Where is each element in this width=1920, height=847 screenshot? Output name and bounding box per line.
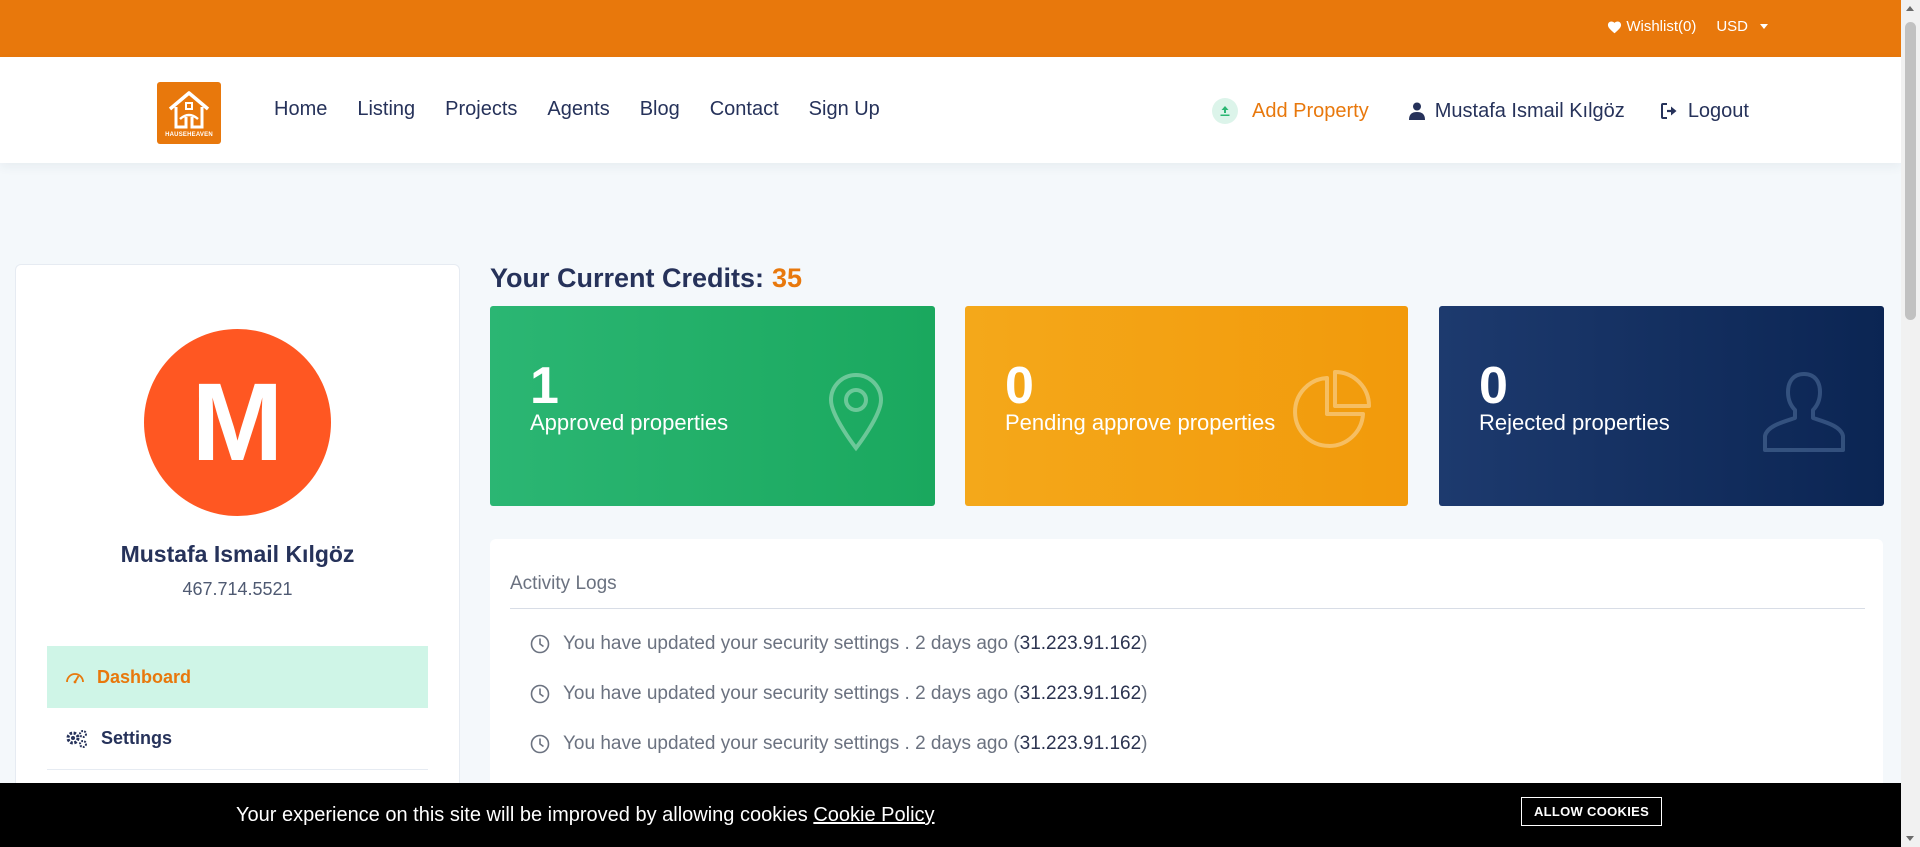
profile-name: Mustafa Ismail Kılgöz (120, 541, 355, 567)
nav-home[interactable]: Home (274, 98, 327, 121)
stat-card-pending[interactable]: 0 Pending approve properties (965, 306, 1408, 506)
scrollbar[interactable] (1901, 0, 1920, 847)
currency-dropdown[interactable]: USD (1716, 18, 1768, 35)
log-ip: 31.223.91.162 (1019, 633, 1142, 654)
user-icon (1763, 372, 1845, 452)
avatar: M (144, 329, 331, 516)
cookie-message: Your experience on this site will be imp… (236, 804, 935, 827)
site-logo[interactable]: HAUSEHEAVEN (157, 82, 221, 144)
credits-label: Your Current Credits: (490, 263, 765, 293)
sidebar-item-label: Dashboard (97, 666, 192, 687)
sign-out-icon (1660, 103, 1677, 119)
clock-icon (530, 684, 550, 704)
credits-value: 35 (772, 263, 803, 293)
log-close: ) (1141, 733, 1148, 754)
nav-listing[interactable]: Listing (357, 98, 415, 121)
upload-icon (1212, 98, 1238, 124)
profile-phone: 467.714.5521 (182, 579, 293, 599)
currency-label: USD (1716, 18, 1748, 35)
profile-sidebar: M Mustafa Ismail Kılgöz 467.714.5521 Das… (15, 264, 460, 847)
scrollbar-thumb[interactable] (1905, 22, 1916, 320)
clock-icon (530, 734, 550, 754)
gears-icon (65, 729, 89, 749)
activity-logs-title: Activity Logs (510, 573, 617, 594)
list-item: You have updated your security settings … (530, 733, 1147, 755)
log-close: ) (1141, 683, 1148, 704)
sidebar-item-settings[interactable]: Settings (47, 708, 428, 770)
allow-cookies-button[interactable]: ALLOW COOKIES (1521, 797, 1662, 826)
stat-label: Pending approve properties (1005, 410, 1276, 435)
nav-sign-up[interactable]: Sign Up (809, 98, 880, 121)
list-item: You have updated your security settings … (530, 633, 1147, 655)
log-close: ) (1141, 633, 1148, 654)
user-icon (1408, 102, 1425, 120)
user-profile-link[interactable]: Mustafa Ismail Kılgöz (1408, 99, 1625, 123)
main-navbar: HAUSEHEAVEN Home Listing Projects Agents… (0, 57, 1901, 163)
nav-projects[interactable]: Projects (445, 98, 517, 121)
stat-value: 1 (530, 357, 559, 415)
stat-card-approved[interactable]: 1 Approved properties (490, 306, 935, 506)
user-name-label: Mustafa Ismail Kılgöz (1434, 99, 1625, 122)
add-property-label: Add Property (1252, 99, 1369, 122)
stat-card-rejected[interactable]: 0 Rejected properties (1439, 306, 1884, 506)
log-text: You have updated your security settings … (563, 733, 1020, 754)
stat-label: Approved properties (530, 410, 729, 435)
top-bar: Wishlist(0) USD (0, 0, 1901, 57)
nav-user-actions: Add Property Mustafa Ismail Kılgöz Logou… (1212, 98, 1749, 124)
scroll-up-icon[interactable] (1906, 6, 1914, 11)
cookie-text: Your experience on this site will be imp… (236, 804, 814, 826)
divider (510, 608, 1865, 609)
clock-icon (530, 634, 550, 654)
pie-chart-icon (1293, 370, 1371, 448)
add-property-button[interactable]: Add Property (1212, 98, 1369, 124)
nav-contact[interactable]: Contact (710, 98, 779, 121)
cookie-consent-bar: Your experience on this site will be imp… (0, 783, 1901, 847)
list-item: You have updated your security settings … (530, 683, 1147, 705)
sidebar-item-label: Settings (101, 728, 173, 748)
wishlist-link[interactable]: Wishlist(0) (1607, 18, 1696, 35)
wishlist-label: Wishlist(0) (1626, 18, 1697, 35)
map-pin-icon (828, 373, 884, 452)
cookie-policy-link[interactable]: Cookie Policy (813, 804, 934, 826)
log-ip: 31.223.91.162 (1019, 733, 1142, 754)
log-ip: 31.223.91.162 (1019, 683, 1142, 704)
nav-blog[interactable]: Blog (640, 98, 680, 121)
top-bar-actions: Wishlist(0) USD (1607, 18, 1768, 35)
stat-value: 0 (1005, 357, 1034, 415)
scroll-down-icon[interactable] (1906, 836, 1914, 841)
sidebar-item-dashboard[interactable]: Dashboard (47, 646, 428, 708)
log-text: You have updated your security settings … (563, 683, 1020, 704)
house-logo-icon (168, 90, 210, 128)
logo-text: HAUSEHEAVEN (165, 131, 213, 138)
stat-label: Rejected properties (1479, 410, 1670, 435)
nav-agents[interactable]: Agents (547, 98, 609, 121)
nav-links: Home Listing Projects Agents Blog Contac… (274, 98, 880, 121)
heart-icon (1608, 21, 1622, 33)
logout-label: Logout (1687, 99, 1749, 122)
stat-value: 0 (1479, 357, 1508, 415)
dashboard-icon (65, 670, 85, 684)
logout-link[interactable]: Logout (1660, 99, 1749, 123)
caret-down-icon (1760, 24, 1768, 29)
credits-heading: Your Current Credits: 35 (490, 263, 802, 294)
log-text: You have updated your security settings … (563, 633, 1020, 654)
